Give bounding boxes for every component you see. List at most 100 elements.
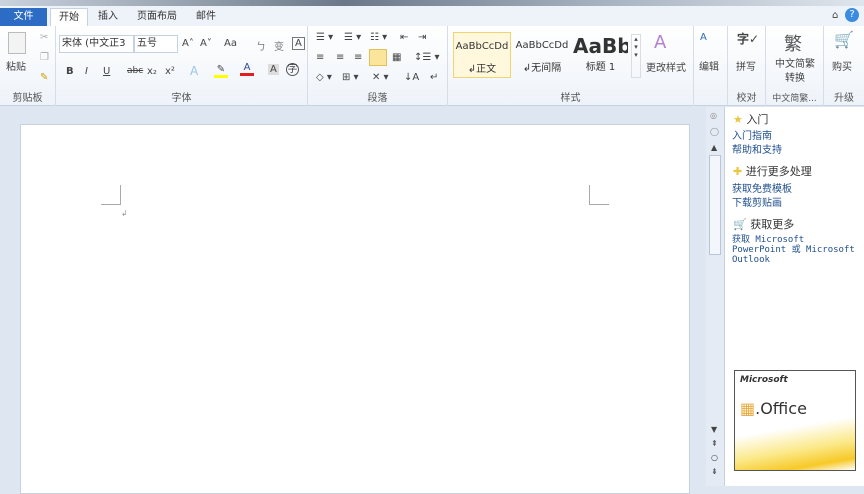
strikethrough-button[interactable]: abc xyxy=(127,66,143,76)
ruler-toggle-icon[interactable]: ◎ xyxy=(710,111,717,120)
previous-page-icon[interactable]: ⇞ xyxy=(711,439,718,448)
clipboard-label: 剪贴板 xyxy=(12,93,43,104)
crop-mark xyxy=(101,185,121,205)
align-right-icon[interactable]: ≡ xyxy=(354,52,362,63)
copy-icon[interactable]: ❐ xyxy=(40,52,49,63)
distributed-icon[interactable]: ▦ xyxy=(392,52,401,63)
text-effects-icon[interactable]: A xyxy=(190,64,198,78)
font-group: 宋体 (中文正3 五号 A˄ A˅ Aa ㄅ 变 A B I U abc x₂ … xyxy=(56,26,308,106)
grow-font-button[interactable]: A˄ xyxy=(182,38,194,49)
subscript-button[interactable]: x₂ xyxy=(147,66,157,77)
logo-product: ▦.Office xyxy=(740,399,807,418)
multilevel-list-icon[interactable]: ☷ ▾ xyxy=(370,32,387,43)
clipart-link[interactable]: 下载剪贴画 xyxy=(732,194,782,209)
cut-icon[interactable]: ✂ xyxy=(40,32,48,43)
bullets-icon[interactable]: ☰ ▾ xyxy=(316,32,333,43)
bold-button[interactable]: B xyxy=(66,66,74,77)
crop-mark xyxy=(589,185,609,205)
conversion-button[interactable]: 中文简繁转换 xyxy=(772,58,818,86)
style-preview: AaBb xyxy=(573,34,628,58)
style-heading-1[interactable]: AaBb 标题 1 xyxy=(573,32,628,78)
phonetic-icon[interactable]: ㄅ xyxy=(256,38,266,53)
scroll-down-icon[interactable]: ▼ xyxy=(711,425,717,434)
line-spacing-icon[interactable]: ↕☰ ▾ xyxy=(414,52,440,63)
templates-link[interactable]: 获取免费模板 xyxy=(732,180,792,195)
justify-button[interactable] xyxy=(369,49,387,66)
font-color-icon[interactable]: A xyxy=(240,62,254,76)
paste-icon[interactable] xyxy=(8,32,26,54)
buy-button[interactable]: 购买 xyxy=(832,58,852,73)
align-center-icon[interactable]: ≡ xyxy=(336,52,344,63)
tab-file[interactable]: 文件 xyxy=(0,8,47,27)
minimize-ribbon-icon[interactable]: ⌂ xyxy=(832,10,838,21)
styles-group: AaBbCcDd ↲正文 AaBbCcDd ↲无间隔 AaBb 标题 1 ▴ ▾ ▾… xyxy=(448,26,694,106)
ribbon: 粘贴 ✂ ❐ ✎ 剪贴板 宋体 (中文正3 五号 A˄ A˅ Aa ㄅ 变 A … xyxy=(0,26,864,106)
upgrade-group: 🛒 购买 升级 xyxy=(824,26,864,106)
document-area: ↲ xyxy=(0,107,706,494)
plus-icon: ✚ xyxy=(733,165,743,178)
cart-icon: 🛒 xyxy=(733,218,747,231)
view-icon[interactable]: ◯ xyxy=(710,127,719,136)
scroll-up-icon[interactable]: ▲ xyxy=(711,143,717,152)
get-office-link[interactable]: 获取 Microsoft PowerPoint 或 Microsoft Outl… xyxy=(732,235,862,265)
help-icon[interactable]: ? xyxy=(845,8,859,22)
highlight-icon[interactable]: ✎ xyxy=(214,64,228,78)
borders-icon[interactable]: ⊞ ▾ xyxy=(342,72,359,83)
chinese-label: 中文简繁... xyxy=(772,94,817,104)
task-pane: ★ 入门 入门指南 帮助和支持 ✚ 进行更多处理 获取免费模板 下载剪贴画 🛒 … xyxy=(724,107,864,486)
font-name-select[interactable]: 宋体 (中文正3 xyxy=(59,35,134,53)
spelling-button[interactable]: 拼写 xyxy=(736,58,756,73)
getting-started-link[interactable]: 入门指南 xyxy=(732,127,772,142)
style-normal[interactable]: AaBbCcDd ↲正文 xyxy=(453,32,511,78)
style-preview: AaBbCcDd xyxy=(515,40,569,51)
styles-label: 样式 xyxy=(560,93,581,104)
asian-layout-icon[interactable]: ✕ ▾ xyxy=(372,72,389,83)
char-shading-icon[interactable]: A xyxy=(268,64,279,75)
editing-button[interactable]: 编辑 xyxy=(699,58,719,73)
tab-insert[interactable]: 插入 xyxy=(90,8,126,27)
italic-button[interactable]: I xyxy=(85,66,88,77)
shading-icon[interactable]: ◇ ▾ xyxy=(316,72,332,83)
format-painter-icon[interactable]: ✎ xyxy=(40,72,48,83)
document-page[interactable]: ↲ xyxy=(20,124,690,494)
styles-scroll[interactable]: ▴ ▾ ▾ xyxy=(631,34,641,78)
conversion-icon: 繁 xyxy=(784,34,802,55)
proofing-label: 校对 xyxy=(736,93,757,104)
show-marks-icon[interactable]: ↵ xyxy=(430,72,438,83)
enclose-icon[interactable]: A xyxy=(292,37,305,50)
superscript-button[interactable]: x² xyxy=(165,66,175,77)
more-heading: ✚ 进行更多处理 xyxy=(733,163,812,179)
heading-text: 获取更多 xyxy=(750,218,795,231)
paste-button[interactable]: 粘贴 xyxy=(6,58,26,73)
font-label: 字体 xyxy=(171,93,192,104)
align-left-icon[interactable]: ≡ xyxy=(316,52,324,63)
decrease-indent-icon[interactable]: ⇤ xyxy=(400,32,408,43)
change-case-button[interactable]: Aa xyxy=(224,38,237,49)
style-no-spacing[interactable]: AaBbCcDd ↲无间隔 xyxy=(513,32,571,78)
sort-icon[interactable]: ↓A xyxy=(404,72,419,83)
clipboard-group: 粘贴 ✂ ❐ ✎ 剪贴板 xyxy=(0,26,56,106)
vertical-scrollbar[interactable]: ◎ ◯ ▲ ▼ ⇞ ○ ⇟ xyxy=(706,107,724,486)
heading-text: 进行更多处理 xyxy=(745,165,812,178)
enclosed-char-icon[interactable]: 字 xyxy=(286,63,299,76)
change-styles-button[interactable]: 更改样式 xyxy=(646,59,686,74)
next-page-icon[interactable]: ⇟ xyxy=(711,467,718,476)
style-preview: AaBbCcDd xyxy=(455,41,509,52)
getting-started-heading: ★ 入门 xyxy=(733,111,768,127)
tab-mailings[interactable]: 邮件 xyxy=(188,8,224,27)
char-border-icon[interactable]: 变 xyxy=(274,38,284,53)
tab-home[interactable]: 开始 xyxy=(50,8,88,27)
scroll-thumb[interactable] xyxy=(709,155,721,255)
help-link[interactable]: 帮助和支持 xyxy=(732,141,782,156)
browse-object-icon[interactable]: ○ xyxy=(711,453,718,462)
tab-page-layout[interactable]: 页面布局 xyxy=(129,8,185,27)
increase-indent-icon[interactable]: ⇥ xyxy=(418,32,426,43)
upgrade-label: 升级 xyxy=(834,93,854,104)
numbering-icon[interactable]: ☰ ▾ xyxy=(344,32,361,43)
paragraph-group: ☰ ▾ ☰ ▾ ☷ ▾ ⇤ ⇥ ≡ ≡ ≡ ▦ ↕☰ ▾ ◇ ▾ ⊞ ▾ ✕ ▾… xyxy=(308,26,448,106)
font-size-select[interactable]: 五号 xyxy=(134,35,178,53)
style-name: ↲正文 xyxy=(467,64,497,75)
shrink-font-button[interactable]: A˅ xyxy=(200,38,212,49)
underline-button[interactable]: U xyxy=(103,66,110,77)
change-styles-icon: A xyxy=(654,32,667,53)
